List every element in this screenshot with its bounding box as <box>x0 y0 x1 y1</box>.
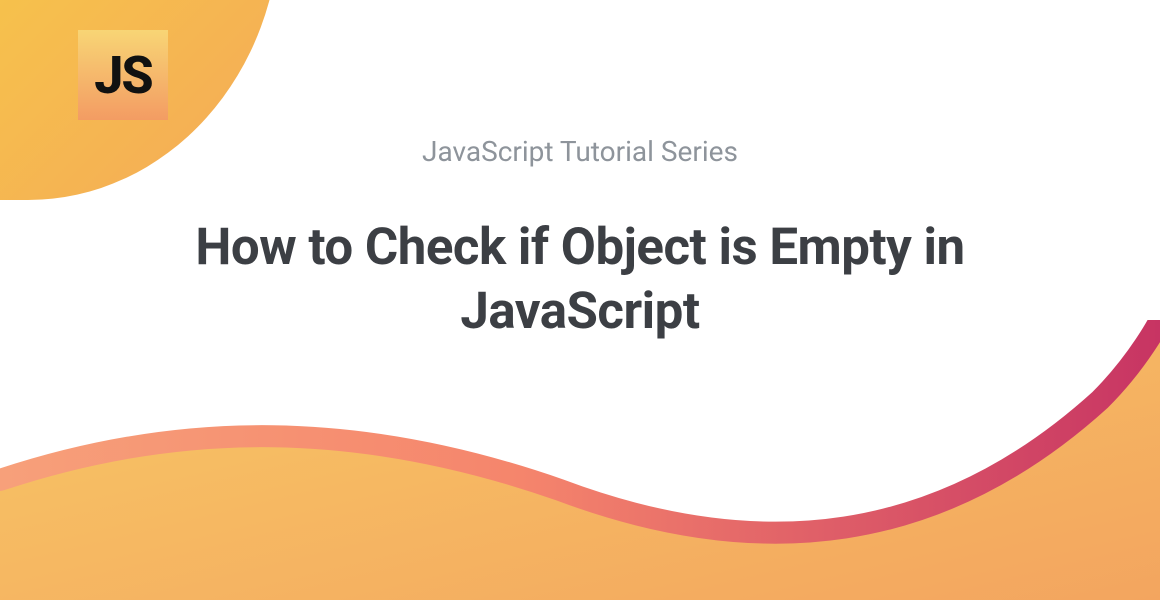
js-logo-badge: JS <box>78 30 168 120</box>
decorative-bottom-wave <box>0 320 1160 600</box>
content-area: JavaScript Tutorial Series How to Check … <box>0 135 1160 344</box>
series-subtitle: JavaScript Tutorial Series <box>80 135 1080 168</box>
js-logo-text: JS <box>94 45 151 106</box>
